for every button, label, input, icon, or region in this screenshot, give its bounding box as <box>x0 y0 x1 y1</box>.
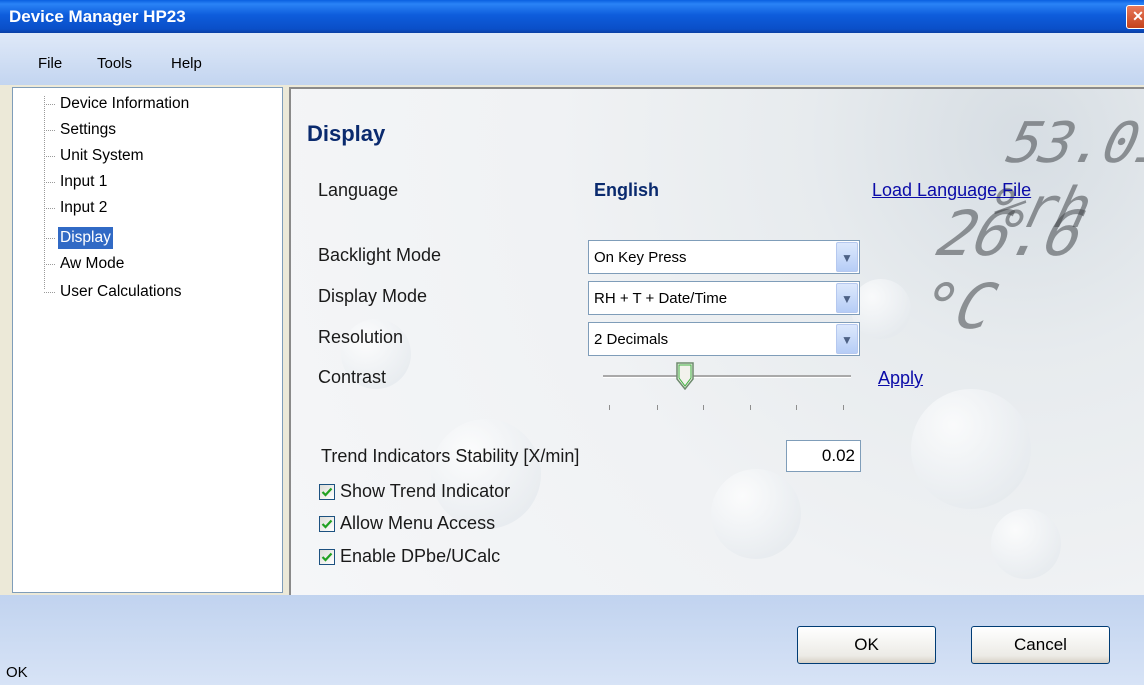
display-settings-panel: 53.01 %rh 26.6 °C Display Language Engli… <box>289 87 1144 595</box>
background-bubble <box>991 509 1061 579</box>
background-bubble <box>711 469 801 559</box>
apply-contrast-link[interactable]: Apply <box>878 368 923 389</box>
navigation-tree: Device Information Settings Unit System … <box>12 87 283 593</box>
tree-connector <box>44 130 55 131</box>
display-mode-select[interactable]: RH + T + Date/Time ▼ <box>588 281 860 315</box>
resolution-select[interactable]: 2 Decimals ▼ <box>588 322 860 356</box>
tree-connector <box>44 292 55 293</box>
tree-item-label: User Calculations <box>60 283 182 300</box>
tree-connector <box>44 208 55 209</box>
tree-connector <box>44 264 55 265</box>
backlight-mode-label: Backlight Mode <box>318 245 442 265</box>
tree-connector <box>44 238 55 239</box>
menu-file[interactable]: File <box>38 55 62 72</box>
slider-tick <box>750 405 751 410</box>
tree-connector <box>44 104 55 105</box>
checkbox-label: Enable DPbe/UCalc <box>340 546 501 566</box>
close-icon: ✕ <box>1132 8 1144 24</box>
check-icon <box>321 552 333 562</box>
checkbox-box[interactable] <box>319 549 335 565</box>
trend-stability-label: Trend Indicators Stability [X/min] <box>321 446 580 466</box>
title-bar: Device Manager HP23 ✕ <box>0 0 1144 33</box>
trend-stability-input[interactable]: 0.02 <box>786 440 861 472</box>
display-mode-value: RH + T + Date/Time <box>594 290 728 307</box>
tree-item-label: Settings <box>60 121 117 138</box>
language-value: English <box>594 180 660 200</box>
check-icon <box>321 487 333 497</box>
lcd-decoration-temperature: 26.6 °C <box>912 197 1091 343</box>
tree-connector <box>44 156 55 157</box>
tree-item-label: Input 1 <box>60 173 108 190</box>
ok-button[interactable]: OK <box>797 626 936 664</box>
slider-tick <box>703 405 704 410</box>
chevron-down-icon[interactable]: ▼ <box>836 324 858 354</box>
checkbox-box[interactable] <box>319 516 335 532</box>
slider-tick <box>657 405 658 410</box>
contrast-slider-track[interactable] <box>603 375 851 378</box>
status-text: OK <box>6 664 28 681</box>
background-bubble <box>851 279 911 339</box>
tree-item-label: Unit System <box>60 147 144 164</box>
tree-item-label: Aw Mode <box>60 255 125 272</box>
language-label: Language <box>318 180 399 200</box>
tree-item-label: Display <box>58 227 113 249</box>
resolution-label: Resolution <box>318 327 404 347</box>
slider-tick <box>796 405 797 410</box>
tree-item-label: Device Information <box>60 95 190 112</box>
checkbox-label: Allow Menu Access <box>340 513 496 533</box>
contrast-label: Contrast <box>318 367 387 387</box>
checkbox-box[interactable] <box>319 484 335 500</box>
tree-connector <box>44 182 55 183</box>
background-bubble <box>911 389 1031 509</box>
check-icon <box>321 519 333 529</box>
window-title: Device Manager HP23 <box>9 7 186 26</box>
page-title: Display <box>307 121 386 146</box>
menu-help[interactable]: Help <box>171 55 202 72</box>
slider-tick <box>843 405 844 410</box>
backlight-mode-value: On Key Press <box>594 249 687 266</box>
checkbox-label: Show Trend Indicator <box>340 481 511 501</box>
chevron-down-icon[interactable]: ▼ <box>836 283 858 313</box>
load-language-file-link[interactable]: Load Language File <box>872 180 1031 201</box>
contrast-slider-thumb[interactable] <box>676 362 694 390</box>
display-mode-label: Display Mode <box>318 286 428 306</box>
slider-tick <box>609 405 610 410</box>
cancel-button[interactable]: Cancel <box>971 626 1110 664</box>
backlight-mode-select[interactable]: On Key Press ▼ <box>588 240 860 274</box>
tree-connector <box>44 96 45 289</box>
chevron-down-icon[interactable]: ▼ <box>836 242 858 272</box>
resolution-value: 2 Decimals <box>594 331 669 348</box>
close-button[interactable]: ✕ <box>1126 5 1144 29</box>
tree-item-label: Input 2 <box>60 199 108 216</box>
menu-bar: File Tools Help <box>0 33 1144 85</box>
menu-tools[interactable]: Tools <box>97 55 132 72</box>
